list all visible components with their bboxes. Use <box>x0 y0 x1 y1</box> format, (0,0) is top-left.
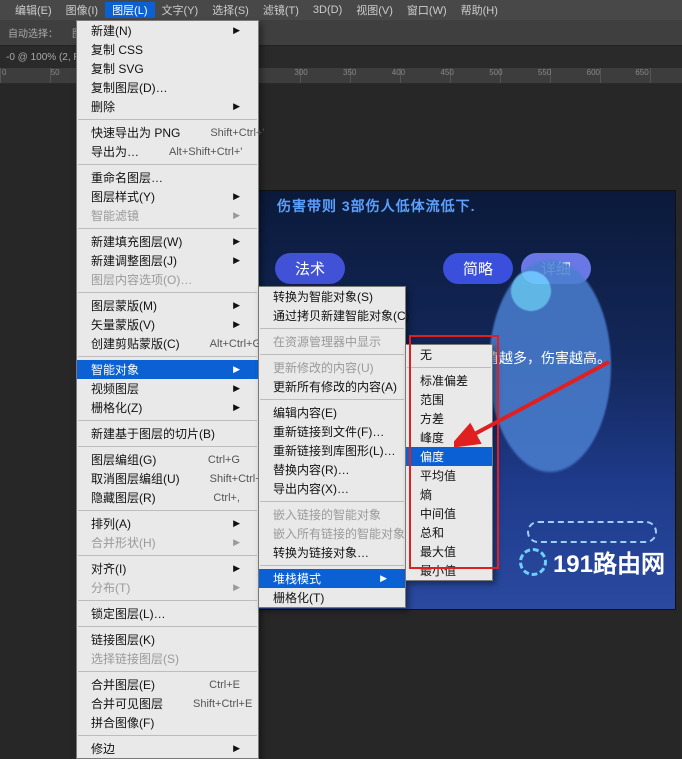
tab-magic[interactable]: 法术 <box>275 253 345 284</box>
menu-item: 嵌入链接的智能对象 <box>259 505 405 524</box>
menu-item[interactable]: 图层蒙版(M)▶ <box>77 296 258 315</box>
menu-item[interactable]: 链接图层(K) <box>77 630 258 649</box>
menu-item[interactable]: 快速导出为 PNGShift+Ctrl+' <box>77 123 258 142</box>
menu-item[interactable]: 熵 <box>406 485 492 504</box>
menu-item[interactable]: 合并图层(E)Ctrl+E <box>77 675 258 694</box>
menu-item[interactable]: 更新所有修改的内容(A) <box>259 377 405 396</box>
menu-帮助(H)[interactable]: 帮助(H) <box>454 2 505 18</box>
menu-文字(Y)[interactable]: 文字(Y) <box>155 2 206 18</box>
menu-item[interactable]: 排列(A)▶ <box>77 514 258 533</box>
menu-item[interactable]: 修边▶ <box>77 739 258 758</box>
chevron-right-icon: ▶ <box>380 573 387 584</box>
menu-item[interactable]: 复制图层(D)… <box>77 78 258 97</box>
menu-item: 分布(T)▶ <box>77 578 258 597</box>
menu-编辑(E)[interactable]: 编辑(E) <box>8 2 59 18</box>
stack-mode-submenu[interactable]: 无标准偏差范围方差峰度偏度平均值熵中间值总和最大值最小值 <box>405 344 493 581</box>
doc-headline: 伤害带则 3部伤人低体流低下. <box>277 196 476 216</box>
menu-item[interactable]: 堆栈模式▶ <box>259 569 405 588</box>
menu-item[interactable]: 标准偏差 <box>406 371 492 390</box>
menu-item[interactable]: 锁定图层(L)… <box>77 604 258 623</box>
menu-item[interactable]: 图层样式(Y)▶ <box>77 187 258 206</box>
chevron-right-icon: ▶ <box>233 518 240 529</box>
menu-item[interactable]: 创建剪贴蒙版(C)Alt+Ctrl+G <box>77 334 258 353</box>
menu-item[interactable]: 隐藏图层(R)Ctrl+, <box>77 488 258 507</box>
menu-选择(S)[interactable]: 选择(S) <box>205 2 256 18</box>
menu-item[interactable]: 删除▶ <box>77 97 258 116</box>
menu-item[interactable]: 矢量蒙版(V)▶ <box>77 315 258 334</box>
chevron-right-icon: ▶ <box>233 101 240 112</box>
menu-item[interactable]: 新建(N)▶ <box>77 21 258 40</box>
smart-object-submenu[interactable]: 转换为智能对象(S)通过拷贝新建智能对象(C) 在资源管理器中显示更新修改的内容(… <box>258 286 406 608</box>
menu-item: 更新修改的内容(U) <box>259 358 405 377</box>
watermark-bubble <box>527 521 657 543</box>
menu-item[interactable]: 视频图层▶ <box>77 379 258 398</box>
menu-item[interactable]: 重新链接到库图形(L)… <box>259 441 405 460</box>
menu-item[interactable]: 重新链接到文件(F)… <box>259 422 405 441</box>
menu-item[interactable]: 导出内容(X)… <box>259 479 405 498</box>
menu-item: 智能滤镜▶ <box>77 206 258 225</box>
menu-item: 在资源管理器中显示 <box>259 332 405 351</box>
chevron-right-icon: ▶ <box>233 210 240 221</box>
menu-图层(L)[interactable]: 图层(L) <box>105 2 154 18</box>
chevron-right-icon: ▶ <box>233 25 240 36</box>
menu-item[interactable]: 取消图层编组(U)Shift+Ctrl+G <box>77 469 258 488</box>
chevron-right-icon: ▶ <box>233 319 240 330</box>
menu-item[interactable]: 通过拷贝新建智能对象(C) <box>259 306 405 325</box>
menu-3D(D)[interactable]: 3D(D) <box>306 4 349 16</box>
menu-item[interactable]: 复制 CSS <box>77 40 258 59</box>
menu-item[interactable]: 峰度 <box>406 428 492 447</box>
menu-图像(I)[interactable]: 图像(I) <box>59 2 105 18</box>
menu-item[interactable]: 对齐(I)▶ <box>77 559 258 578</box>
menu-item[interactable]: 图层编组(G)Ctrl+G <box>77 450 258 469</box>
menu-item[interactable]: 替换内容(R)… <box>259 460 405 479</box>
menu-item[interactable]: 无 <box>406 345 492 364</box>
chevron-right-icon: ▶ <box>233 743 240 754</box>
chevron-right-icon: ▶ <box>233 383 240 394</box>
menu-item[interactable]: 转换为链接对象… <box>259 543 405 562</box>
menu-item[interactable]: 新建基于图层的切片(B) <box>77 424 258 443</box>
menu-item[interactable]: 总和 <box>406 523 492 542</box>
menu-视图(V)[interactable]: 视图(V) <box>349 2 400 18</box>
chevron-right-icon: ▶ <box>233 300 240 311</box>
menu-item[interactable]: 最小值 <box>406 561 492 580</box>
chevron-right-icon: ▶ <box>233 364 240 375</box>
chevron-right-icon: ▶ <box>233 582 240 593</box>
menu-item[interactable]: 转换为智能对象(S) <box>259 287 405 306</box>
menu-item[interactable]: 重命名图层… <box>77 168 258 187</box>
chevron-right-icon: ▶ <box>233 402 240 413</box>
chevron-right-icon: ▶ <box>233 537 240 548</box>
layer-menu[interactable]: 新建(N)▶复制 CSS复制 SVG复制图层(D)…删除▶ 快速导出为 PNGSh… <box>76 20 259 759</box>
globe-icon <box>519 548 547 576</box>
menu-item: 合并形状(H)▶ <box>77 533 258 552</box>
menu-item[interactable]: 栅格化(T) <box>259 588 405 607</box>
chevron-right-icon: ▶ <box>233 236 240 247</box>
menu-item[interactable]: 新建填充图层(W)▶ <box>77 232 258 251</box>
menu-item[interactable]: 方差 <box>406 409 492 428</box>
menu-item[interactable]: 合并可见图层Shift+Ctrl+E <box>77 694 258 713</box>
menu-item[interactable]: 复制 SVG <box>77 59 258 78</box>
chevron-right-icon: ▶ <box>233 563 240 574</box>
menu-item[interactable]: 范围 <box>406 390 492 409</box>
menu-窗口(W)[interactable]: 窗口(W) <box>400 2 454 18</box>
menu-item[interactable]: 中间值 <box>406 504 492 523</box>
site-watermark: 191路由网 <box>519 544 665 579</box>
menu-item[interactable]: 新建调整图层(J)▶ <box>77 251 258 270</box>
chevron-right-icon: ▶ <box>233 255 240 266</box>
menu-item[interactable]: 智能对象▶ <box>77 360 258 379</box>
menu-item: 图层内容选项(O)… <box>77 270 258 289</box>
menubar: 编辑(E)图像(I)图层(L)文字(Y)选择(S)滤镜(T)3D(D)视图(V)… <box>0 0 682 20</box>
menu-item[interactable]: 最大值 <box>406 542 492 561</box>
menu-item[interactable]: 栅格化(Z)▶ <box>77 398 258 417</box>
menu-item[interactable]: 平均值 <box>406 466 492 485</box>
menu-item[interactable]: 偏度 <box>406 447 492 466</box>
menu-item[interactable]: 导出为…Alt+Shift+Ctrl+' <box>77 142 258 161</box>
menu-item: 嵌入所有链接的智能对象 <box>259 524 405 543</box>
menu-item[interactable]: 拼合图像(F) <box>77 713 258 732</box>
menu-item[interactable]: 编辑内容(E) <box>259 403 405 422</box>
chevron-right-icon: ▶ <box>233 191 240 202</box>
menu-滤镜(T)[interactable]: 滤镜(T) <box>256 2 306 18</box>
menu-item: 选择链接图层(S) <box>77 649 258 668</box>
